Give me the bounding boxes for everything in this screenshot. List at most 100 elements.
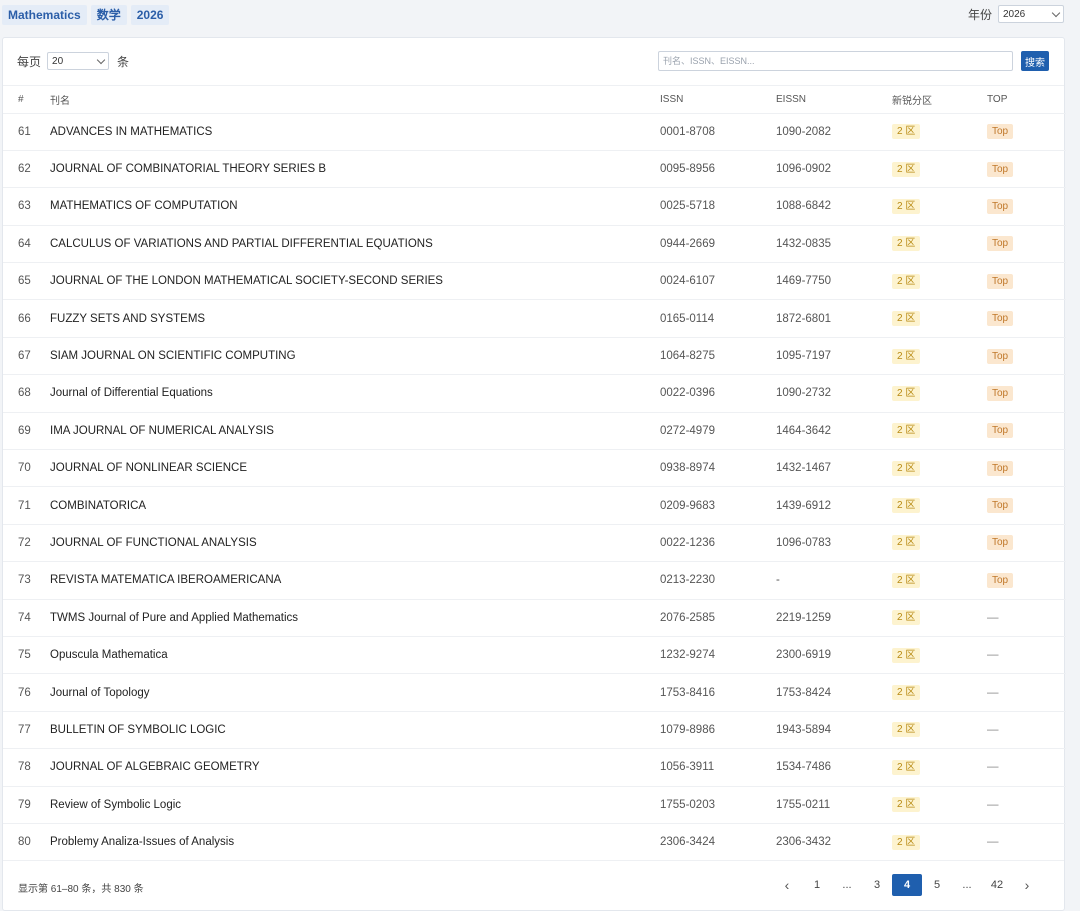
search-input[interactable]	[658, 51, 1013, 71]
zone-badge: 2 区	[892, 198, 921, 214]
journal-issn: 0938-8974	[660, 462, 715, 475]
journal-eissn: 2219-1259	[776, 611, 831, 624]
table-row[interactable]: 66 FUZZY SETS AND SYSTEMS 0165-0114 1872-68…	[3, 299, 1066, 337]
zone-badge: 2 区	[892, 797, 921, 813]
zone-badge: 2 区	[892, 834, 921, 850]
table-row[interactable]: 61 ADVANCES IN MATHEMATICS 0001-8708 1090-2…	[3, 113, 1066, 150]
row-num: 61	[18, 125, 31, 138]
page-link[interactable]: 3	[862, 874, 892, 896]
journal-title[interactable]: TWMS Journal of Pure and Applied Mathema…	[50, 599, 660, 636]
top-badge: Top	[987, 572, 1014, 588]
table-row[interactable]: 73 REVISTA MATEMATICA IBEROAMERICANA 0213-…	[3, 561, 1066, 599]
table-row[interactable]: 80 Problemy Analiza-Issues of Analysis 230…	[3, 823, 1066, 860]
year-select[interactable]: 2026	[998, 5, 1064, 23]
year-label: 年份	[967, 7, 992, 22]
header-issn: ISSN	[660, 93, 684, 105]
table-row[interactable]: 70 JOURNAL OF NONLINEAR SCIENCE 0938-8974 1…	[3, 449, 1066, 487]
zone-badge: 2 区	[892, 236, 921, 252]
table-row[interactable]: 78 JOURNAL OF ALGEBRAIC GEOMETRY 1056-3911…	[3, 748, 1066, 786]
journal-title[interactable]: Review of Symbolic Logic	[50, 786, 660, 823]
row-num: 63	[18, 200, 31, 213]
year-select-value: 2026	[1003, 8, 1026, 20]
journal-eissn: 1432-0835	[776, 237, 831, 250]
journal-title[interactable]: Problemy Analiza-Issues of Analysis	[50, 823, 660, 860]
journal-title[interactable]: JOURNAL OF FUNCTIONAL ANALYSIS	[50, 524, 660, 561]
tag-year[interactable]: 2026	[130, 5, 170, 25]
result-summary: 显示第 61–80 条，共 830 条	[18, 884, 144, 895]
header-top: TOP	[987, 93, 1008, 105]
zone-badge: 2 区	[892, 311, 921, 327]
chevron-down-icon	[96, 55, 106, 64]
row-num: 72	[18, 536, 31, 549]
top-empty: —	[987, 649, 999, 662]
table-row[interactable]: 79 Review of Symbolic Logic 1755-0203 1755-…	[3, 786, 1066, 823]
top-badge: Top	[987, 124, 1014, 140]
journal-eissn: 1090-2082	[776, 125, 831, 138]
journal-title[interactable]: CALCULUS OF VARIATIONS AND PARTIAL DIFFE…	[50, 225, 660, 262]
row-num: 70	[18, 462, 31, 475]
row-num: 67	[18, 350, 31, 363]
table-row[interactable]: 76 Journal of Topology 1753-8416 1753-8424 2…	[3, 673, 1066, 711]
top-empty: —	[987, 798, 999, 811]
journal-title[interactable]: JOURNAL OF THE LONDON MATHEMATICAL SOCIE…	[50, 263, 660, 300]
top-badge: Top	[987, 311, 1014, 327]
table-row[interactable]: 64 CALCULUS OF VARIATIONS AND PARTIAL DIF…	[3, 225, 1066, 262]
row-num: 80	[18, 836, 31, 849]
table-row[interactable]: 69 IMA JOURNAL OF NUMERICAL ANALYSIS 0272-…	[3, 412, 1066, 449]
row-num: 74	[18, 611, 31, 624]
table-row[interactable]: 75 Opuscula Mathematica 1232-9274 2300-6919…	[3, 636, 1066, 673]
table-row[interactable]: 77 BULLETIN OF SYMBOLIC LOGIC 1079-8986 194…	[3, 711, 1066, 748]
journal-title[interactable]: Journal of Topology	[50, 674, 660, 711]
journal-title[interactable]: MATHEMATICS OF COMPUTATION	[50, 188, 660, 225]
top-badge: Top	[987, 385, 1014, 401]
chevron-left-icon[interactable]: ‹	[772, 874, 802, 896]
journal-eissn: 1096-0783	[776, 536, 831, 549]
journal-title[interactable]: JOURNAL OF COMBINATORIAL THEORY SERIES B	[50, 150, 660, 187]
page-link-active[interactable]: 4	[892, 874, 922, 896]
journal-title[interactable]: FUZZY SETS AND SYSTEMS	[50, 300, 660, 337]
search-button[interactable]: 搜索	[1021, 51, 1049, 71]
tag-subject-cn[interactable]: 数学	[90, 5, 127, 25]
zone-badge: 2 区	[892, 685, 921, 701]
page-link[interactable]: 1	[802, 874, 832, 896]
journal-title[interactable]: BULLETIN OF SYMBOLIC LOGIC	[50, 711, 660, 748]
journal-eissn: 1432-1467	[776, 462, 831, 475]
journal-title[interactable]: Journal of Differential Equations	[50, 375, 660, 412]
row-num: 71	[18, 499, 31, 512]
journal-eissn: 1469-7750	[776, 275, 831, 288]
row-num: 75	[18, 649, 31, 662]
row-num: 76	[18, 686, 31, 699]
top-empty: —	[987, 611, 999, 624]
top-empty: —	[987, 761, 999, 774]
journal-issn: 0022-1236	[660, 536, 715, 549]
journal-title[interactable]: ADVANCES IN MATHEMATICS	[50, 113, 660, 150]
table-row[interactable]: 68 Journal of Differential Equations 0022-…	[3, 374, 1066, 412]
journal-title[interactable]: JOURNAL OF ALGEBRAIC GEOMETRY	[50, 749, 660, 786]
journal-title[interactable]: COMBINATORICA	[50, 487, 660, 524]
page-link[interactable]: 42	[982, 874, 1012, 896]
table-row[interactable]: 65 JOURNAL OF THE LONDON MATHEMATICAL SOC…	[3, 262, 1066, 300]
table-row[interactable]: 74 TWMS Journal of Pure and Applied Mathe…	[3, 599, 1066, 636]
zone-badge: 2 区	[892, 124, 921, 140]
header-eissn: EISSN	[776, 93, 807, 105]
journal-issn: 1064-8275	[660, 350, 715, 363]
per-page-select[interactable]: 20	[47, 52, 110, 70]
journal-title[interactable]: JOURNAL OF NONLINEAR SCIENCE	[50, 450, 660, 487]
table-row[interactable]: 72 JOURNAL OF FUNCTIONAL ANALYSIS 0022-123…	[3, 524, 1066, 561]
journal-title[interactable]: IMA JOURNAL OF NUMERICAL ANALYSIS	[50, 412, 660, 449]
tag-subject-en[interactable]: Mathematics	[2, 5, 87, 25]
journal-title[interactable]: REVISTA MATEMATICA IBEROAMERICANA	[50, 562, 660, 599]
page-link[interactable]: 5	[922, 874, 952, 896]
row-num: 62	[18, 163, 31, 176]
pagination: ‹ 1 ... 3 4 5 ... 42 ›	[772, 874, 1042, 896]
journal-panel: 每页 20 条 搜索 # 刊名 ISSN EISSN 新锐分区 TOP 61 AD…	[2, 37, 1066, 911]
journal-issn: 0272-4979	[660, 424, 715, 437]
table-row[interactable]: 71 COMBINATORICA 0209-9683 1439-6912 2 区 Top	[3, 486, 1066, 524]
journal-title[interactable]: SIAM JOURNAL ON SCIENTIFIC COMPUTING	[50, 337, 660, 374]
journal-title[interactable]: Opuscula Mathematica	[50, 636, 660, 673]
chevron-right-icon[interactable]: ›	[1012, 874, 1042, 896]
table-row[interactable]: 62 JOURNAL OF COMBINATORIAL THEORY SERIES…	[3, 150, 1066, 187]
table-row[interactable]: 63 MATHEMATICS OF COMPUTATION 0025-5718 108…	[3, 187, 1066, 225]
journal-eissn: 1090-2732	[776, 387, 831, 400]
table-row[interactable]: 67 SIAM JOURNAL ON SCIENTIFIC COMPUTING 10…	[3, 337, 1066, 374]
